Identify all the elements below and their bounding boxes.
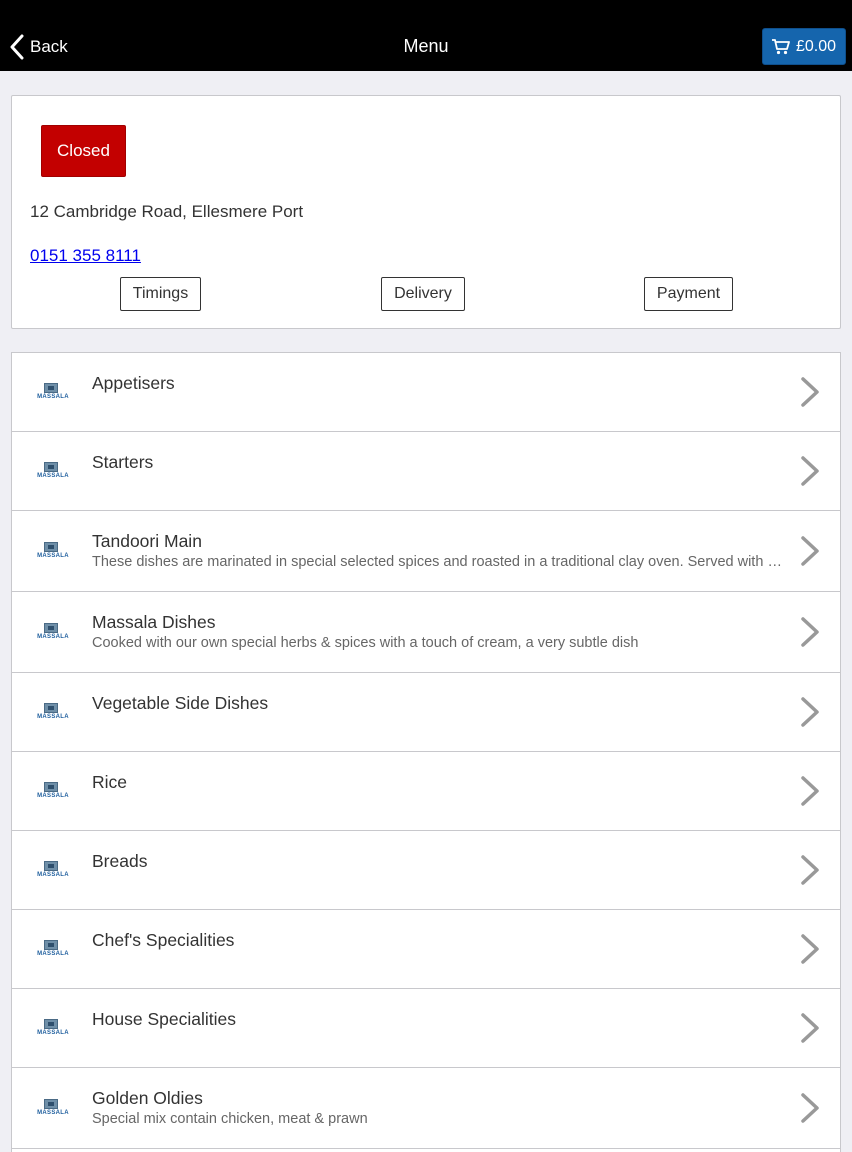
logo-text: MASSALA bbox=[37, 872, 69, 878]
chevron-right-icon bbox=[801, 456, 819, 486]
status-badge: Closed bbox=[41, 125, 126, 177]
chevron-right-icon bbox=[801, 697, 819, 727]
chevron-right-icon bbox=[801, 855, 819, 885]
category-description: Cooked with our own special herbs & spic… bbox=[92, 635, 639, 651]
category-description: Special mix contain chicken, meat & praw… bbox=[92, 1111, 368, 1127]
phone-link[interactable]: 0151 355 8111 bbox=[30, 246, 141, 266]
logo-text: MASSALA bbox=[37, 634, 69, 640]
logo-text: MASSALA bbox=[37, 951, 69, 957]
category-title: Starters bbox=[92, 452, 154, 472]
delivery-button[interactable]: Delivery bbox=[381, 277, 465, 311]
massala-logo-icon: MASSALA bbox=[33, 779, 73, 803]
category-title: Vegetable Side Dishes bbox=[92, 693, 269, 713]
category-title: Golden Oldies bbox=[92, 1088, 203, 1108]
chevron-right-icon bbox=[801, 776, 819, 806]
navigation-bar: Back Menu £0.00 bbox=[0, 0, 852, 71]
category-row[interactable]: MASSALA Massala Dishes Cooked with our own… bbox=[12, 592, 840, 673]
cart-icon bbox=[771, 38, 790, 54]
cart-total: £0.00 bbox=[795, 37, 837, 55]
chevron-right-icon bbox=[801, 1013, 819, 1043]
category-row[interactable]: MASSALA House Specialities bbox=[12, 989, 840, 1068]
category-title: Breads bbox=[92, 851, 148, 871]
massala-logo-icon: MASSALA bbox=[33, 1016, 73, 1040]
massala-logo-icon: MASSALA bbox=[33, 1096, 73, 1120]
logo-text: MASSALA bbox=[37, 473, 69, 479]
massala-logo-icon: MASSALA bbox=[33, 539, 73, 563]
payment-button[interactable]: Payment bbox=[644, 277, 733, 311]
category-description: These dishes are marinated in special se… bbox=[92, 554, 782, 570]
logo-text: MASSALA bbox=[37, 1030, 69, 1036]
category-row[interactable]: MASSALA Vegetable Side Dishes bbox=[12, 673, 840, 752]
massala-logo-icon: MASSALA bbox=[33, 380, 73, 404]
category-row[interactable]: MASSALA Tandoori Main These dishes are mar… bbox=[12, 511, 840, 592]
category-row[interactable]: MASSALA Starters bbox=[12, 432, 840, 511]
chevron-right-icon bbox=[801, 617, 819, 647]
chevron-right-icon bbox=[801, 377, 819, 407]
logo-text: MASSALA bbox=[37, 793, 69, 799]
massala-logo-icon: MASSALA bbox=[33, 700, 73, 724]
massala-logo-icon: MASSALA bbox=[33, 937, 73, 961]
category-row[interactable]: MASSALA Golden Oldies Special mix contain … bbox=[12, 1068, 840, 1149]
page-title: Menu bbox=[403, 36, 449, 56]
category-row[interactable]: MASSALA Appetisers bbox=[12, 353, 840, 432]
category-row[interactable]: MASSALA Rice bbox=[12, 752, 840, 831]
chevron-right-icon bbox=[801, 1093, 819, 1123]
chevron-right-icon bbox=[801, 934, 819, 964]
cart-button[interactable]: £0.00 bbox=[762, 28, 846, 65]
category-title: Tandoori Main bbox=[92, 531, 202, 551]
logo-text: MASSALA bbox=[37, 1110, 69, 1116]
category-row[interactable]: MASSALA Breads bbox=[12, 831, 840, 910]
category-title: Appetisers bbox=[92, 373, 175, 393]
category-title: Chef's Specialities bbox=[92, 930, 235, 950]
logo-text: MASSALA bbox=[37, 553, 69, 559]
logo-text: MASSALA bbox=[37, 394, 69, 400]
chevron-right-icon bbox=[801, 536, 819, 566]
category-title: Massala Dishes bbox=[92, 612, 216, 632]
restaurant-info-card: Closed 12 Cambridge Road, Ellesmere Port… bbox=[11, 95, 841, 329]
restaurant-address: 12 Cambridge Road, Ellesmere Port bbox=[30, 202, 304, 221]
massala-logo-icon: MASSALA bbox=[33, 459, 73, 483]
timings-button[interactable]: Timings bbox=[120, 277, 201, 311]
category-list: MASSALA Appetisers MASSALA Starters MASSALA T… bbox=[11, 352, 841, 1152]
category-title: House Specialities bbox=[92, 1009, 236, 1029]
massala-logo-icon: MASSALA bbox=[33, 858, 73, 882]
category-row[interactable]: MASSALA Chef's Specialities bbox=[12, 910, 840, 989]
logo-text: MASSALA bbox=[37, 714, 69, 720]
massala-logo-icon: MASSALA bbox=[33, 620, 73, 644]
category-title: Rice bbox=[92, 772, 128, 792]
